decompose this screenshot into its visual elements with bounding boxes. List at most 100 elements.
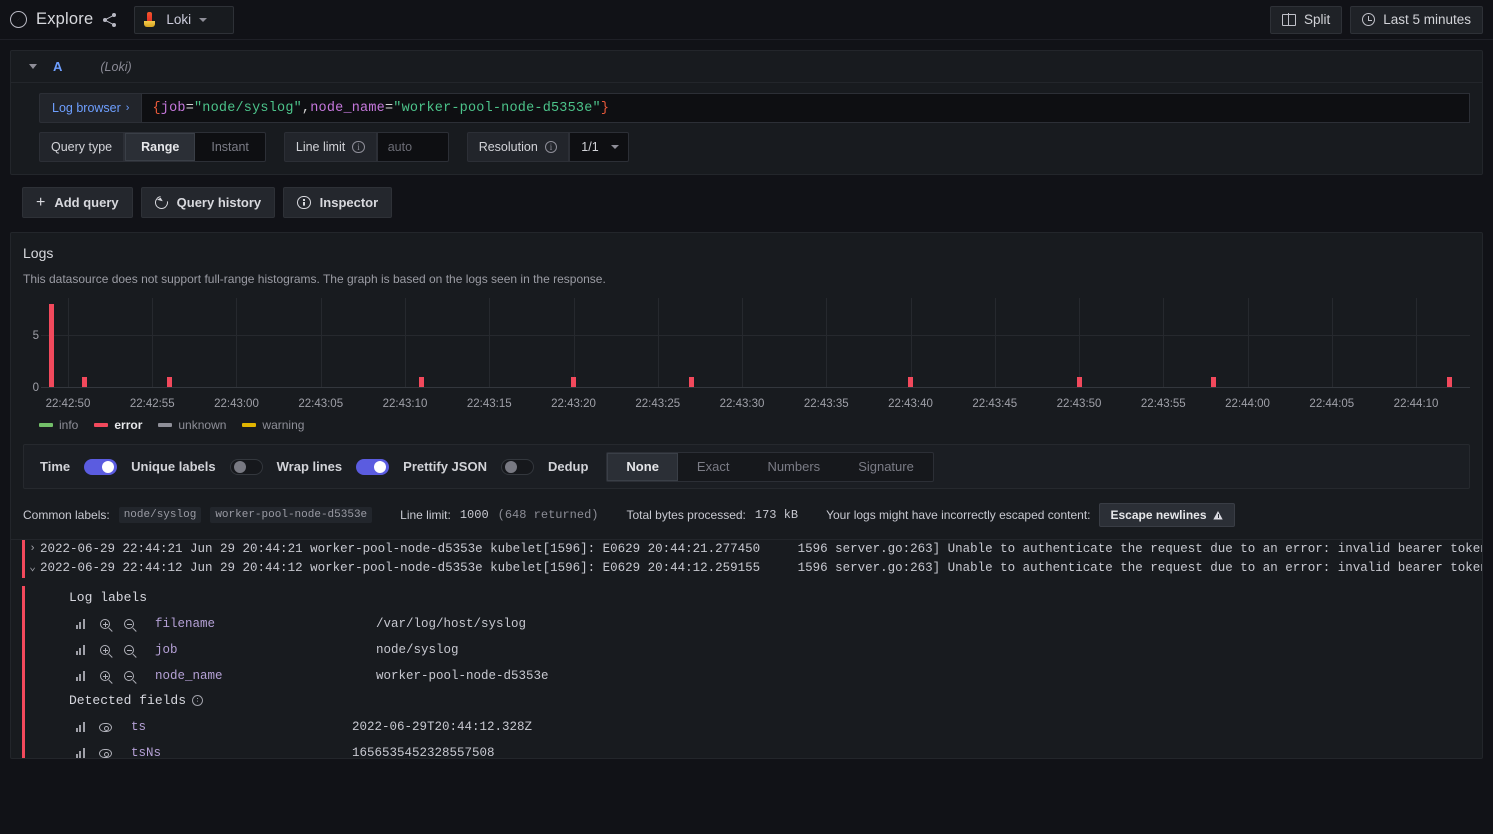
filter-out-value-icon[interactable] bbox=[117, 645, 141, 655]
prettify-json-toggle[interactable] bbox=[501, 459, 534, 475]
detected-field-key: tsNs bbox=[117, 746, 352, 759]
datasource-name: Loki bbox=[166, 12, 191, 27]
loki-logo-icon bbox=[142, 12, 158, 28]
legend-item[interactable]: unknown bbox=[158, 418, 226, 432]
field-stats-icon[interactable] bbox=[69, 748, 93, 758]
resolution-label: Resolution bbox=[479, 140, 538, 154]
chart-x-tick: 22:43:55 bbox=[1141, 398, 1186, 410]
info-icon[interactable] bbox=[192, 695, 203, 706]
label-stats-icon[interactable] bbox=[69, 671, 93, 681]
page-title: Explore bbox=[36, 10, 93, 29]
chart-bar[interactable] bbox=[1077, 377, 1082, 387]
filter-out-value-icon[interactable] bbox=[117, 619, 141, 629]
label-stats-icon[interactable] bbox=[69, 619, 93, 629]
filter-for-value-icon[interactable] bbox=[93, 671, 117, 681]
chart-bar[interactable] bbox=[908, 377, 913, 387]
chart-gridline bbox=[41, 335, 1470, 336]
time-range-picker[interactable]: Last 5 minutes bbox=[1350, 6, 1483, 34]
chart-legend[interactable]: info error unknown warning bbox=[11, 410, 1482, 432]
dedup-option-none[interactable]: None bbox=[607, 453, 678, 481]
line-limit-label-box: Line limit i bbox=[284, 132, 377, 162]
chart-bar[interactable] bbox=[571, 377, 576, 387]
log-row[interactable]: ⌄ 2022-06-29 22:44:12 Jun 29 20:44:12 wo… bbox=[11, 559, 1482, 578]
unique-labels-toggle[interactable] bbox=[230, 459, 263, 475]
toggle-field-visibility-icon[interactable] bbox=[93, 723, 117, 732]
chart-gridline bbox=[826, 298, 827, 387]
query-type-option-instant[interactable]: Instant bbox=[195, 133, 265, 161]
escape-newlines-button[interactable]: Escape newlines bbox=[1099, 503, 1234, 527]
filter-for-value-icon[interactable] bbox=[93, 645, 117, 655]
chart-x-tick: 22:43:25 bbox=[635, 398, 680, 410]
expand-row-icon[interactable]: › bbox=[25, 540, 40, 559]
chart-bar[interactable] bbox=[1447, 377, 1452, 387]
query-type-radio-group[interactable]: Range Instant bbox=[124, 132, 266, 162]
dedup-option-signature[interactable]: Signature bbox=[839, 453, 933, 481]
chart-x-tick: 22:44:00 bbox=[1225, 398, 1270, 410]
unique-labels-toggle-label: Unique labels bbox=[131, 459, 216, 474]
label-stats-icon[interactable] bbox=[69, 645, 93, 655]
add-query-button[interactable]: + Add query bbox=[22, 187, 133, 218]
filter-for-value-icon[interactable] bbox=[93, 619, 117, 629]
bytes-processed-value: 173 kB bbox=[755, 508, 798, 522]
query-history-button[interactable]: Query history bbox=[141, 187, 276, 218]
chart-bar[interactable] bbox=[1211, 377, 1216, 387]
inspector-button[interactable]: Inspector bbox=[283, 187, 392, 218]
logs-histogram-chart[interactable]: 05 22:42:5022:42:5522:43:0022:43:0522:43… bbox=[21, 298, 1472, 410]
time-toggle[interactable] bbox=[84, 459, 117, 475]
chart-x-tick: 22:43:00 bbox=[214, 398, 259, 410]
info-icon[interactable]: i bbox=[352, 141, 365, 154]
expr-open-brace: { bbox=[152, 101, 160, 116]
line-limit-key: Line limit: bbox=[400, 508, 451, 522]
legend-item[interactable]: error bbox=[94, 418, 142, 432]
query-type-label-box: Query type bbox=[39, 132, 124, 162]
common-label-chip[interactable]: worker-pool-node-d5353e bbox=[210, 507, 372, 523]
log-browser-button[interactable]: Log browser › bbox=[39, 93, 141, 123]
logs-panel: Logs This datasource does not support fu… bbox=[10, 232, 1483, 759]
collapse-query-icon[interactable] bbox=[29, 64, 37, 69]
split-button[interactable]: Split bbox=[1270, 6, 1342, 34]
query-type-label: Query type bbox=[51, 140, 112, 154]
expr-value-nodename: "worker-pool-node-d5353e" bbox=[393, 101, 601, 116]
log-row[interactable]: › 2022-06-29 22:44:21 Jun 29 20:44:21 wo… bbox=[11, 540, 1482, 559]
dedup-radio-group[interactable]: None Exact Numbers Signature bbox=[606, 452, 933, 482]
log-label-row: filename /var/log/host/syslog bbox=[57, 611, 1482, 637]
line-limit-input[interactable]: auto bbox=[377, 132, 449, 162]
query-type-option-range[interactable]: Range bbox=[125, 133, 195, 161]
chart-bar[interactable] bbox=[82, 377, 87, 387]
log-label-value: worker-pool-node-d5353e bbox=[376, 669, 549, 683]
chart-x-tick: 22:43:40 bbox=[888, 398, 933, 410]
datasource-picker[interactable]: Loki bbox=[134, 6, 234, 34]
collapse-row-icon[interactable]: ⌄ bbox=[25, 559, 40, 578]
chart-gridline bbox=[1163, 298, 1164, 387]
query-datasource-hint: (Loki) bbox=[100, 60, 131, 74]
dedup-option-numbers[interactable]: Numbers bbox=[748, 453, 839, 481]
chart-bar[interactable] bbox=[689, 377, 694, 387]
legend-item[interactable]: info bbox=[39, 418, 78, 432]
warning-triangle-icon bbox=[1214, 511, 1224, 520]
chart-bar[interactable] bbox=[167, 377, 172, 387]
field-stats-icon[interactable] bbox=[69, 722, 93, 732]
query-expression-input[interactable]: {job="node/syslog",node_name="worker-poo… bbox=[141, 93, 1470, 123]
chart-gridline bbox=[1416, 298, 1417, 387]
common-label-chip[interactable]: node/syslog bbox=[119, 507, 202, 523]
legend-item[interactable]: warning bbox=[242, 418, 304, 432]
chart-plot-area[interactable] bbox=[41, 298, 1470, 388]
chart-gridline bbox=[742, 298, 743, 387]
detected-field-row: tsNs 1656535452328557508 bbox=[57, 740, 1482, 759]
info-icon[interactable]: i bbox=[545, 141, 558, 154]
chart-x-tick: 22:44:10 bbox=[1394, 398, 1439, 410]
filter-out-value-icon[interactable] bbox=[117, 671, 141, 681]
chart-bar[interactable] bbox=[419, 377, 424, 387]
resolution-select[interactable]: 1/1 bbox=[569, 132, 628, 162]
toggle-field-visibility-icon[interactable] bbox=[93, 749, 117, 758]
chart-bar[interactable] bbox=[49, 304, 54, 387]
wrap-lines-toggle[interactable] bbox=[356, 459, 389, 475]
legend-label: warning bbox=[262, 418, 304, 432]
dedup-option-exact[interactable]: Exact bbox=[678, 453, 749, 481]
expr-eq-1: = bbox=[186, 101, 194, 116]
log-timestamp: 2022-06-29 22:44:12 bbox=[40, 559, 183, 578]
line-limit-placeholder: auto bbox=[388, 140, 412, 154]
chart-x-tick: 22:43:05 bbox=[298, 398, 343, 410]
share-icon[interactable] bbox=[102, 12, 118, 28]
chart-gridline bbox=[489, 298, 490, 387]
